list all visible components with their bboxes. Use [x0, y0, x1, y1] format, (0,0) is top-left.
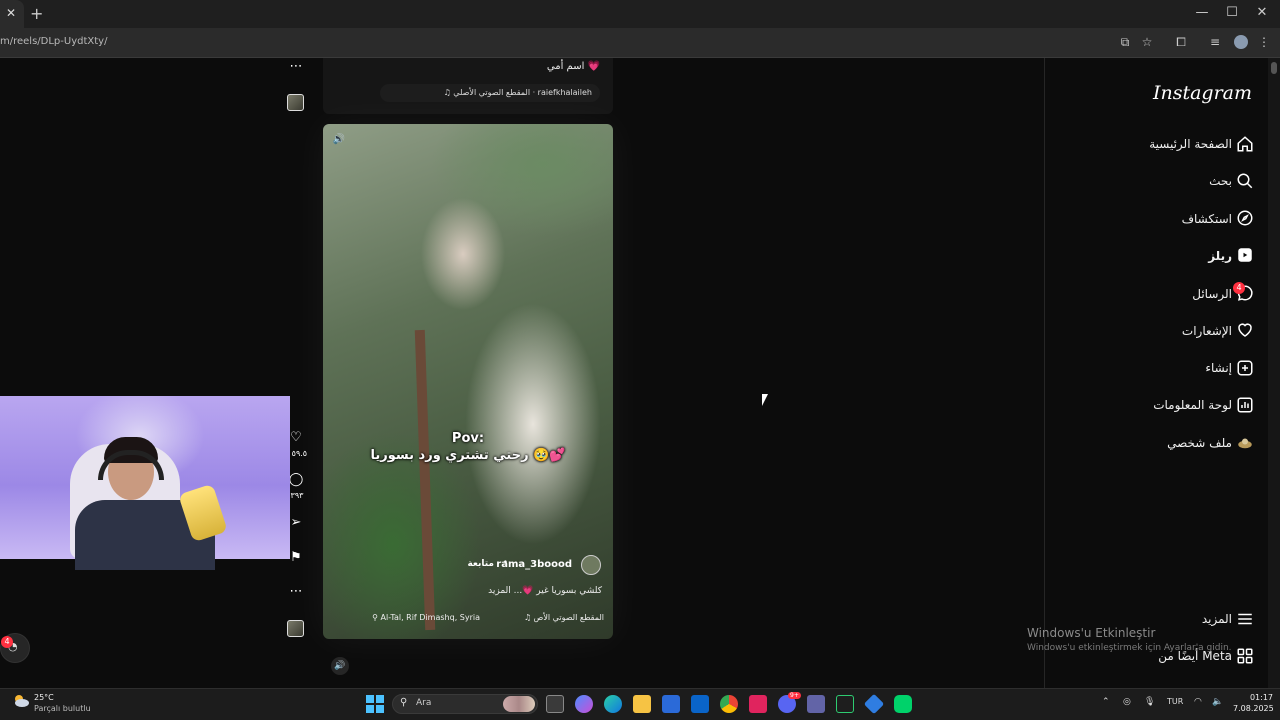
discord-badge: 9+: [788, 692, 801, 699]
minimize-icon[interactable]: —: [1192, 5, 1212, 20]
task-view-icon[interactable]: [546, 695, 564, 713]
nav-explore[interactable]: استكشاف: [1032, 204, 1232, 234]
reel-more-options-icon[interactable]: ⋯: [287, 584, 305, 599]
taskbar-clock[interactable]: 01:17: [1233, 693, 1273, 702]
next-reel-volume-icon[interactable]: 🔊: [331, 657, 349, 675]
menu-icon[interactable]: [1236, 610, 1254, 628]
edge-icon[interactable]: [604, 695, 622, 713]
taskbar-search-placeholder[interactable]: Ara: [416, 698, 431, 708]
teams-icon[interactable]: [807, 695, 825, 713]
windows-start-icon[interactable]: [366, 695, 384, 713]
show-hidden-icons-chevron[interactable]: ⌃: [1102, 697, 1110, 707]
plus-square-icon[interactable]: [1236, 359, 1254, 377]
grid-icon[interactable]: [1236, 647, 1254, 665]
new-tab-button[interactable]: +: [30, 4, 43, 23]
reel-caption[interactable]: كلشي بسوريا غير 💗... المزيد: [488, 586, 602, 596]
browser-menu-icon[interactable]: ⋮: [1255, 33, 1273, 51]
mouse-cursor-icon: [762, 394, 772, 406]
creator-avatar[interactable]: [581, 555, 601, 575]
whatsapp-icon[interactable]: [894, 695, 912, 713]
search-icon[interactable]: [1236, 172, 1254, 190]
previous-reel-caption: اسم أمي 💗: [546, 61, 600, 72]
speaker-icon[interactable]: 🔈: [1212, 697, 1223, 707]
file-explorer-icon[interactable]: [633, 695, 651, 713]
follow-button[interactable]: متابعة: [467, 559, 494, 569]
reel-audio-link[interactable]: ♫ المقطع الصوتي الأص: [524, 613, 604, 622]
nav-profile[interactable]: ملف شخصي: [1032, 428, 1232, 458]
url-text[interactable]: m/reels/DLp-UydtXty/: [0, 36, 107, 47]
dashboard-icon[interactable]: [1236, 396, 1254, 414]
browser-profile-avatar[interactable]: [1234, 35, 1248, 49]
instagram-logo[interactable]: Instagram: [1140, 82, 1252, 104]
scrollbar-thumb[interactable]: [1271, 62, 1277, 74]
microphone-tray-icon[interactable]: 🎙: [1144, 697, 1155, 707]
reel-location[interactable]: ⚲ Al-Tal, Rif Dimashq, Syria: [372, 613, 480, 622]
heart-icon[interactable]: [1236, 321, 1254, 339]
compass-icon[interactable]: [1236, 209, 1254, 227]
more-options-icon[interactable]: ⋯: [287, 59, 305, 74]
volume-icon[interactable]: 🔊: [331, 132, 347, 148]
copilot-icon[interactable]: [575, 695, 593, 713]
nav-search[interactable]: بحث: [1032, 166, 1232, 196]
messages-badge: 4: [1233, 282, 1245, 294]
browser-tab[interactable]: ✕: [0, 0, 24, 28]
extensions-icon[interactable]: ⧠: [1172, 33, 1190, 51]
weather-temperature[interactable]: 25°C: [34, 693, 54, 702]
wifi-icon[interactable]: ◠: [1194, 697, 1202, 707]
browser-tab-strip: [0, 0, 1280, 28]
close-tab-icon[interactable]: ✕: [6, 6, 16, 20]
search-highlight-art[interactable]: [503, 696, 535, 712]
tray-app-icon[interactable]: ◎: [1123, 697, 1131, 707]
microsoft-store-icon[interactable]: [662, 695, 680, 713]
media-control-icon[interactable]: ≡: [1206, 33, 1224, 51]
previous-reel-audio-pill[interactable]: ♫ المقطع الصوتي الأصلي · raiefkhalaileh: [380, 84, 600, 102]
nav-messages[interactable]: الرسائل: [1032, 279, 1232, 309]
location-pin-icon: ⚲: [372, 613, 381, 622]
input-language[interactable]: TUR: [1167, 697, 1183, 706]
floating-messages-badge: 4: [1, 636, 13, 648]
media-player-icon[interactable]: [836, 695, 854, 713]
taskbar-search-icon: ⚲: [400, 697, 408, 708]
reels-icon[interactable]: [1236, 246, 1254, 264]
profile-avatar-icon[interactable]: [1236, 434, 1254, 452]
separator-dot: •: [502, 558, 508, 568]
taskbar-date[interactable]: 7.08.2025: [1233, 704, 1274, 713]
nav-dashboard[interactable]: لوحة المعلومات: [1032, 390, 1232, 420]
close-window-icon[interactable]: ✕: [1252, 5, 1272, 20]
weather-cloud-icon[interactable]: [12, 693, 30, 709]
nav-create[interactable]: إنشاء: [1032, 353, 1232, 383]
nav-notifications[interactable]: الإشعارات: [1032, 316, 1232, 346]
activation-watermark-subtitle: Windows'u etkinleştirmek için Ayarlar'a …: [1027, 643, 1232, 653]
nav-reels[interactable]: ريلز: [1032, 241, 1232, 271]
reel-audio-thumbnail[interactable]: [287, 620, 304, 637]
page-scrollbar[interactable]: [1268, 58, 1280, 688]
home-icon[interactable]: [1236, 135, 1254, 153]
nav-home[interactable]: الصفحة الرئيسية: [1032, 129, 1232, 159]
tiktok-icon[interactable]: [749, 695, 767, 713]
address-bar[interactable]: [0, 28, 1280, 58]
maximize-icon[interactable]: ☐: [1222, 5, 1242, 20]
chrome-icon[interactable]: [720, 695, 738, 713]
install-app-icon[interactable]: ⧉: [1116, 33, 1134, 51]
activation-watermark-title: Windows'u Etkinleştir: [1027, 626, 1156, 640]
outlook-icon[interactable]: [691, 695, 709, 713]
reel-overlay-text: Pov: رحتي تشتري ورد بسوريا 🥹💕: [370, 431, 566, 463]
weather-description[interactable]: Parçalı bulutlu: [34, 704, 91, 713]
bookmark-star-icon[interactable]: ☆: [1138, 33, 1156, 51]
audio-thumbnail[interactable]: [287, 94, 304, 111]
